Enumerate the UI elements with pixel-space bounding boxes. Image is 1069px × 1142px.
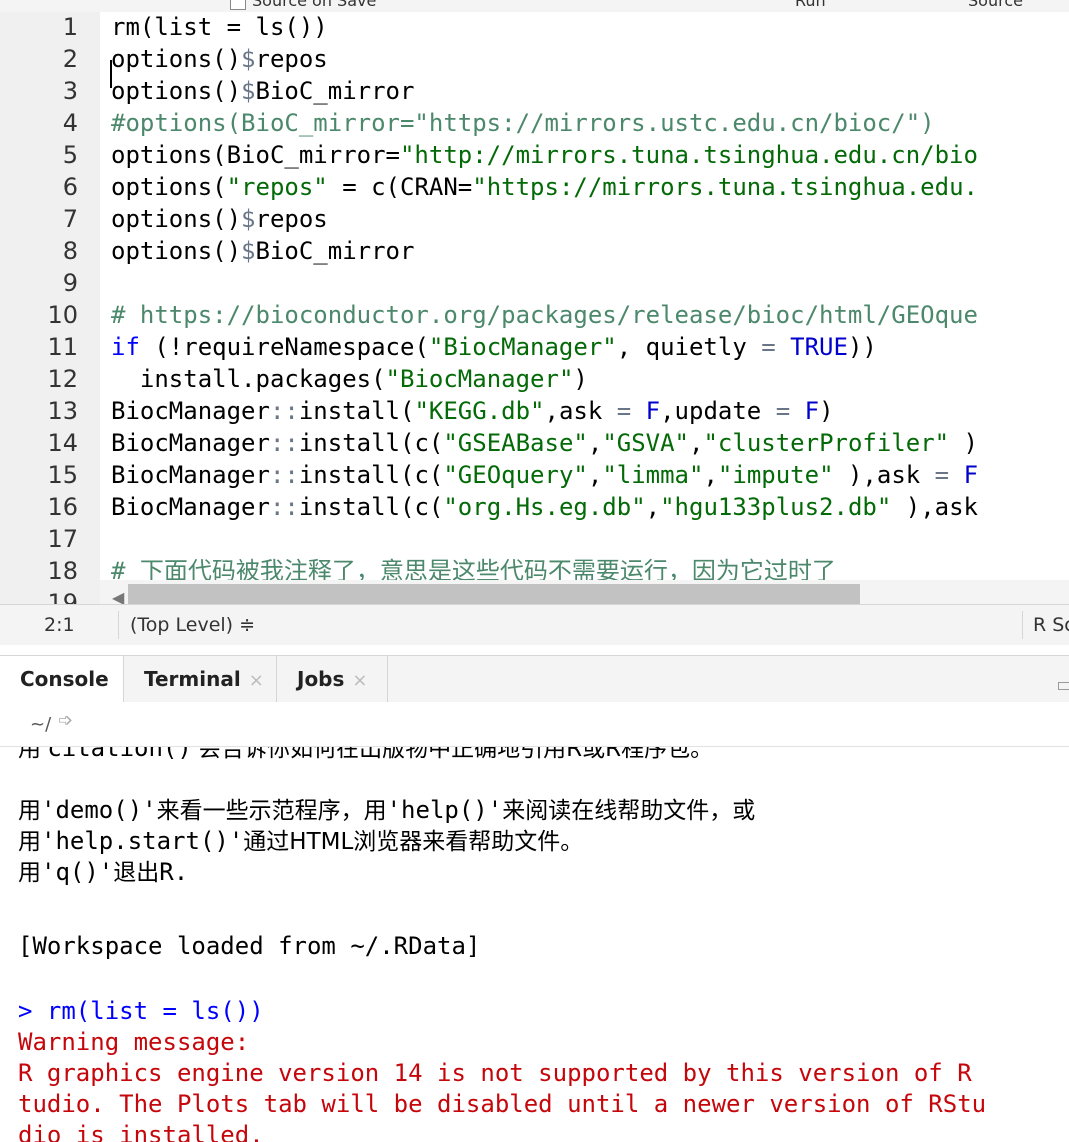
go-to-directory-icon[interactable]: ➩: [58, 710, 73, 731]
cursor-position: 2:1: [44, 614, 75, 636]
editor-status-bar: 2:1 (Top Level) ≑ R Sc: [0, 604, 1069, 646]
console-line: [Workspace loaded from ~/.RData]: [18, 932, 481, 960]
line-number: 3: [62, 77, 78, 105]
horizontal-scrollbar[interactable]: ◀: [100, 580, 1069, 604]
console-warning-line: Warning message:: [18, 1028, 250, 1056]
line-number: 18: [47, 557, 78, 585]
file-type-selector[interactable]: R Sc: [1033, 614, 1069, 636]
line-number: 9: [62, 269, 78, 297]
code-line[interactable]: 5 options(BioC_mirror="http://mirrors.tun…: [0, 139, 1069, 171]
code-line[interactable]: 15 BiocManager::install(c("GEOquery","lim…: [0, 459, 1069, 491]
code-text: options(BioC_mirror="http://mirrors.tuna…: [111, 141, 978, 169]
line-number: 1: [62, 13, 78, 41]
minimize-icon[interactable]: [1058, 682, 1069, 690]
line-number: 17: [47, 525, 78, 553]
code-line[interactable]: 8 options()$BioC_mirror: [0, 235, 1069, 267]
code-line[interactable]: 9: [0, 267, 1069, 299]
tab-label: Terminal: [144, 667, 241, 691]
line-number: 2: [62, 45, 78, 73]
line-number: 13: [47, 397, 78, 425]
code-line[interactable]: 3 options()$BioC_mirror: [0, 75, 1069, 107]
code-text: # https://bioconductor.org/packages/rele…: [111, 301, 978, 329]
line-number: 19: [47, 589, 78, 604]
divider: [118, 611, 119, 639]
code-text: BiocManager::install(c("GSEABase","GSVA"…: [111, 429, 979, 457]
code-line[interactable]: 10 # https://bioconductor.org/packages/re…: [0, 299, 1069, 331]
console-path-bar: ~/ ➩: [0, 702, 1069, 747]
code-line[interactable]: 7 options()$repos: [0, 203, 1069, 235]
tab-console[interactable]: Console: [0, 656, 124, 703]
console-warning-line: tudio. The Plots tab will be disabled un…: [18, 1090, 987, 1118]
console-line: 用'citation()'会告诉你如何在出版物中正确地引用R或R程序包。: [18, 747, 714, 762]
code-text: options("repos" = c(CRAN="https://mirror…: [111, 173, 978, 201]
scope-label: (Top Level): [130, 614, 234, 636]
code-text: options()$BioC_mirror: [111, 237, 415, 265]
close-icon[interactable]: ×: [249, 670, 264, 691]
code-text: install.packages("BiocManager"): [111, 365, 588, 393]
source-on-save-label[interactable]: Source on Save: [252, 0, 376, 10]
code-text: options()$BioC_mirror: [111, 77, 415, 105]
code-text: rm(list = ls()): [111, 13, 328, 41]
line-number: 8: [62, 237, 78, 265]
source-button[interactable]: Source: [968, 0, 1023, 10]
console-line: 用'q()'退出R.: [18, 858, 189, 886]
code-editor[interactable]: 1 rm(list = ls()) 2 options()$repos 3 options…: [0, 12, 1069, 604]
run-button[interactable]: Run: [795, 0, 826, 10]
line-number: 16: [47, 493, 78, 521]
scrollbar-thumb[interactable]: [128, 584, 860, 604]
line-number: 14: [47, 429, 78, 457]
tab-label: Console: [20, 667, 109, 691]
pane-splitter[interactable]: [0, 645, 1069, 655]
code-line[interactable]: 13 BiocManager::install("KEGG.db",ask = F…: [0, 395, 1069, 427]
line-number: 6: [62, 173, 78, 201]
code-line[interactable]: 6 options("repos" = c(CRAN="https://mirro…: [0, 171, 1069, 203]
code-line[interactable]: 11 if (!requireNamespace("BiocManager", q…: [0, 331, 1069, 363]
tab-jobs[interactable]: Jobs ×: [277, 656, 388, 702]
code-line[interactable]: 14 BiocManager::install(c("GSEABase","GSV…: [0, 427, 1069, 459]
code-text: BiocManager::install(c("org.Hs.eg.db","h…: [111, 493, 978, 521]
code-text: BiocManager::install(c("GEOquery","limma…: [111, 461, 979, 489]
console-warning-line: dio is installed.: [18, 1121, 264, 1142]
tab-label: Jobs: [297, 667, 345, 691]
console-output[interactable]: 用'citation()'会告诉你如何在出版物中正确地引用R或R程序包。用'de…: [0, 747, 1069, 1142]
code-text: options()$repos: [111, 205, 328, 233]
console-warning-line: R graphics engine version 14 is not supp…: [18, 1059, 972, 1087]
close-icon[interactable]: ×: [352, 670, 367, 691]
code-line[interactable]: 17: [0, 523, 1069, 555]
code-line[interactable]: 1 rm(list = ls()): [0, 12, 1069, 43]
console-tab-bar: Console Terminal × Jobs ×: [0, 655, 1069, 703]
code-text: if (!requireNamespace("BiocManager", qui…: [111, 333, 877, 361]
scroll-left-arrow-icon[interactable]: ◀: [112, 588, 124, 604]
line-number: 12: [47, 365, 78, 393]
scope-arrow-icon: ≑: [239, 614, 256, 636]
code-line[interactable]: 2 options()$repos: [0, 43, 1069, 75]
code-text: #options(BioC_mirror="https://mirrors.us…: [111, 109, 935, 137]
working-directory: ~/: [30, 714, 52, 735]
line-number: 10: [47, 301, 78, 329]
code-line[interactable]: 12 install.packages("BiocManager"): [0, 363, 1069, 395]
text-cursor: [110, 60, 112, 88]
divider: [1022, 611, 1023, 639]
console-line: 用'help.start()'通过HTML浏览器来看帮助文件。: [18, 827, 584, 855]
line-number: 15: [47, 461, 78, 489]
code-line[interactable]: 16 BiocManager::install(c("org.Hs.eg.db",…: [0, 491, 1069, 523]
scope-selector[interactable]: (Top Level) ≑: [130, 614, 255, 636]
source-on-save-checkbox[interactable]: [230, 0, 246, 10]
code-line[interactable]: 4 #options(BioC_mirror="https://mirrors.u…: [0, 107, 1069, 139]
line-number: 5: [62, 141, 78, 169]
code-text: BiocManager::install("KEGG.db",ask = F,u…: [111, 397, 834, 425]
console-command-line: > rm(list = ls()): [18, 997, 264, 1025]
console-line: 用'demo()'来看一些示范程序，用'help()'来阅读在线帮助文件，或: [18, 796, 756, 824]
line-number: 7: [62, 205, 78, 233]
line-number: 4: [62, 109, 78, 137]
line-number: 11: [47, 333, 78, 361]
tab-terminal[interactable]: Terminal ×: [124, 656, 277, 702]
code-text: options()$repos: [111, 45, 328, 73]
